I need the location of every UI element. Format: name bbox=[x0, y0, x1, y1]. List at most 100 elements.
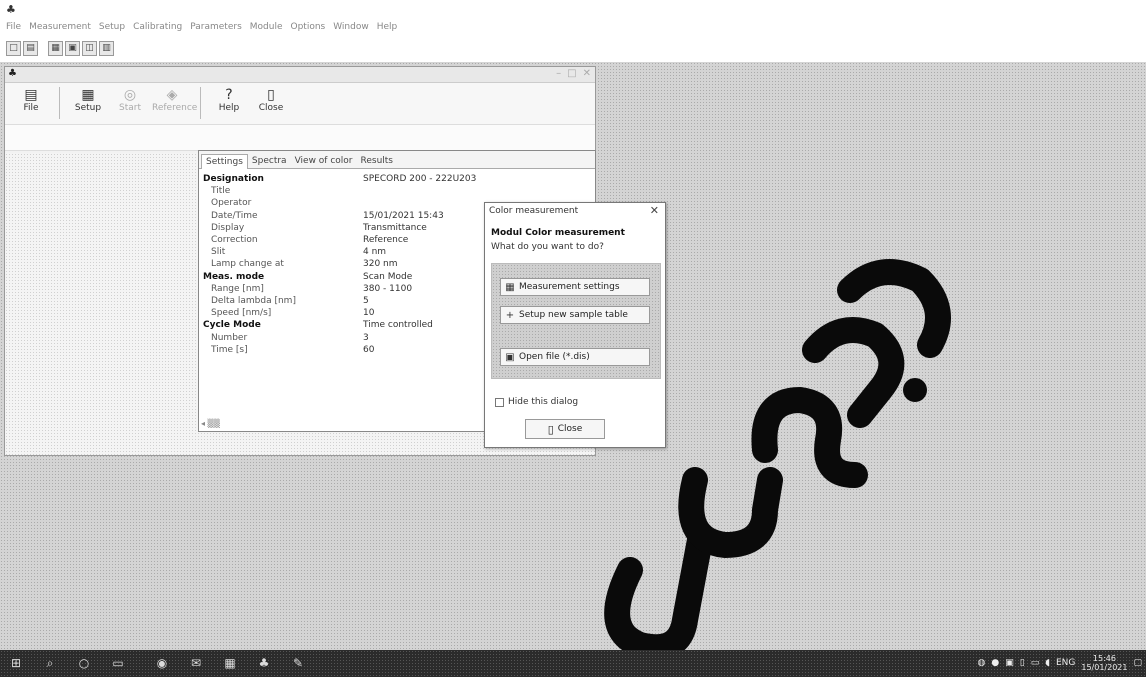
task-view-icon[interactable]: ▭ bbox=[110, 655, 126, 671]
settings-row-label: Slit bbox=[211, 247, 226, 258]
tray-icon[interactable]: ▯ bbox=[1020, 658, 1025, 668]
hide-dialog-row[interactable]: Hide this dialog bbox=[495, 397, 578, 407]
close-button[interactable]: ▯ Close bbox=[251, 87, 291, 113]
tab-results[interactable]: Results bbox=[357, 154, 398, 168]
menu-module[interactable]: Module bbox=[250, 22, 283, 32]
settings-row-label: Lamp change at bbox=[211, 259, 284, 270]
menu-file[interactable]: File bbox=[6, 22, 21, 32]
tray-icon[interactable]: ● bbox=[991, 658, 999, 668]
menu-bar: File Measurement Setup Calibrating Param… bbox=[0, 18, 1146, 36]
settings-row-value: 3 bbox=[363, 332, 369, 343]
settings-icon: ▦ bbox=[505, 281, 515, 293]
network-icon[interactable]: ▭ bbox=[1031, 658, 1040, 668]
menu-calibrating[interactable]: Calibrating bbox=[133, 22, 182, 32]
settings-row: Designation SPECORD 200 - 222U203 bbox=[203, 173, 593, 185]
minimize-icon[interactable]: – bbox=[556, 68, 561, 79]
clock-time: 15:46 bbox=[1092, 654, 1116, 663]
reference-icon: ◈ bbox=[166, 87, 178, 103]
tab-spectra[interactable]: Spectra bbox=[248, 154, 291, 168]
print-icon[interactable]: ▣ bbox=[65, 40, 80, 56]
file-button[interactable]: ▤ File bbox=[11, 87, 51, 113]
menu-options[interactable]: Options bbox=[291, 22, 326, 32]
start-button[interactable]: ◎ Start bbox=[110, 87, 150, 113]
settings-row-label: Number bbox=[211, 332, 248, 343]
settings-row-value: 4 nm bbox=[363, 247, 387, 258]
settings-row-label: Display bbox=[211, 222, 245, 233]
module-titlebar: ♣ – □ ✕ bbox=[5, 67, 595, 83]
tab-view-of-color[interactable]: View of color bbox=[291, 154, 357, 168]
search-icon[interactable]: ⌕ bbox=[42, 655, 58, 671]
measurement-settings-button[interactable]: ▦ Measurement settings bbox=[500, 278, 650, 296]
start-menu-icon[interactable]: ⊞ bbox=[8, 655, 24, 671]
setup-sample-table-button[interactable]: + Setup new sample table bbox=[500, 306, 650, 324]
paint-icon[interactable]: ✎ bbox=[290, 655, 306, 671]
settings-row-value: 5 bbox=[363, 295, 369, 306]
calculator-icon[interactable]: ▦ bbox=[222, 655, 238, 671]
settings-row-value: 10 bbox=[363, 308, 375, 319]
dialog-close-icon[interactable]: ✕ bbox=[650, 204, 659, 217]
app-taskbar-icon[interactable]: ♣ bbox=[256, 655, 272, 671]
door-icon: ▯ bbox=[547, 422, 554, 436]
maximize-icon[interactable]: □ bbox=[567, 68, 576, 79]
chart-icon[interactable]: ◫ bbox=[82, 40, 97, 56]
clock[interactable]: 15:46 15/01/2021 bbox=[1081, 654, 1127, 672]
settings-row-label: Time [s] bbox=[211, 344, 248, 355]
open-file-button[interactable]: ▣ Open file (*.dis) bbox=[500, 348, 650, 366]
settings-row-value: Scan Mode bbox=[363, 271, 413, 282]
browser-icon[interactable]: ◉ bbox=[154, 655, 170, 671]
tab-row: Settings Spectra View of color Results bbox=[199, 151, 595, 169]
system-tray: ◍ ● ▣ ▯ ▭ ◖ ENG 15:46 15/01/2021 ▢ bbox=[978, 654, 1142, 672]
app-icon: ♣ bbox=[6, 3, 16, 16]
table-icon[interactable]: ▥ bbox=[99, 40, 114, 56]
app-titlebar: ♣ bbox=[0, 0, 1146, 18]
module-toolbar: ▤ File ▦ Setup ◎ Start ◈ Reference ? Hel… bbox=[5, 83, 595, 125]
settings-row-value: Reference bbox=[363, 235, 409, 246]
menu-measurement[interactable]: Measurement bbox=[29, 22, 91, 32]
settings-row-value: 60 bbox=[363, 344, 375, 355]
close-icon[interactable]: ✕ bbox=[583, 68, 591, 79]
settings-row-value: 15/01/2021 15:43 bbox=[363, 210, 444, 221]
help-button[interactable]: ? Help bbox=[209, 87, 249, 113]
menu-setup[interactable]: Setup bbox=[99, 22, 125, 32]
tray-icon[interactable]: ◍ bbox=[978, 658, 986, 668]
reference-button[interactable]: ◈ Reference bbox=[152, 87, 197, 113]
module-icon: ♣ bbox=[8, 68, 17, 79]
file-icon: ▤ bbox=[24, 87, 38, 103]
language-indicator[interactable]: ENG bbox=[1056, 658, 1075, 668]
door-icon: ▯ bbox=[267, 87, 275, 103]
open-icon[interactable]: ▤ bbox=[23, 40, 38, 56]
settings-row-label: Speed [nm/s] bbox=[211, 308, 272, 319]
settings-row-label: Meas. mode bbox=[203, 271, 265, 282]
dialog-close-button[interactable]: ▯ Close bbox=[525, 419, 605, 439]
settings-row-value: Transmittance bbox=[363, 222, 427, 233]
settings-row-label: Operator bbox=[211, 198, 252, 209]
save-icon[interactable]: ▦ bbox=[48, 40, 63, 56]
notifications-icon[interactable]: ▢ bbox=[1133, 658, 1142, 668]
menu-window[interactable]: Window bbox=[333, 22, 369, 32]
dialog-question: What do you want to do? bbox=[491, 242, 604, 252]
settings-row-value: SPECORD 200 - 222U203 bbox=[363, 174, 477, 185]
app-toolbar: □ ▤ ▦ ▣ ◫ ▥ bbox=[6, 38, 114, 58]
volume-icon[interactable]: ◖ bbox=[1045, 658, 1050, 668]
settings-row-label: Designation bbox=[203, 174, 264, 185]
menu-help[interactable]: Help bbox=[377, 22, 398, 32]
settings-row-label: Correction bbox=[211, 235, 258, 246]
dialog-heading: Modul Color measurement bbox=[491, 228, 625, 238]
help-icon: ? bbox=[225, 87, 233, 103]
start-icon: ◎ bbox=[123, 87, 137, 103]
cortana-icon[interactable]: ○ bbox=[76, 655, 92, 671]
dialog-options-group: ▦ Measurement settings + Setup new sampl… bbox=[491, 263, 661, 379]
new-icon[interactable]: □ bbox=[6, 40, 21, 56]
setup-button[interactable]: ▦ Setup bbox=[68, 87, 108, 113]
tray-icon[interactable]: ▣ bbox=[1005, 658, 1014, 668]
menu-parameters[interactable]: Parameters bbox=[190, 22, 242, 32]
hide-dialog-checkbox[interactable] bbox=[495, 397, 504, 407]
open-file-icon: ▣ bbox=[505, 351, 515, 363]
settings-row: Title bbox=[203, 185, 593, 197]
taskbar: ⊞ ⌕ ○ ▭ ◉ ✉ ▦ ♣ ✎ ◍ ● ▣ ▯ ▭ ◖ ENG 15:46 … bbox=[0, 650, 1146, 677]
settings-row-value: 380 - 1100 bbox=[363, 283, 413, 294]
tab-settings[interactable]: Settings bbox=[201, 154, 248, 169]
settings-row-label: Title bbox=[211, 186, 231, 197]
settings-row-label: Range [nm] bbox=[211, 283, 264, 294]
mail-icon[interactable]: ✉ bbox=[188, 655, 204, 671]
